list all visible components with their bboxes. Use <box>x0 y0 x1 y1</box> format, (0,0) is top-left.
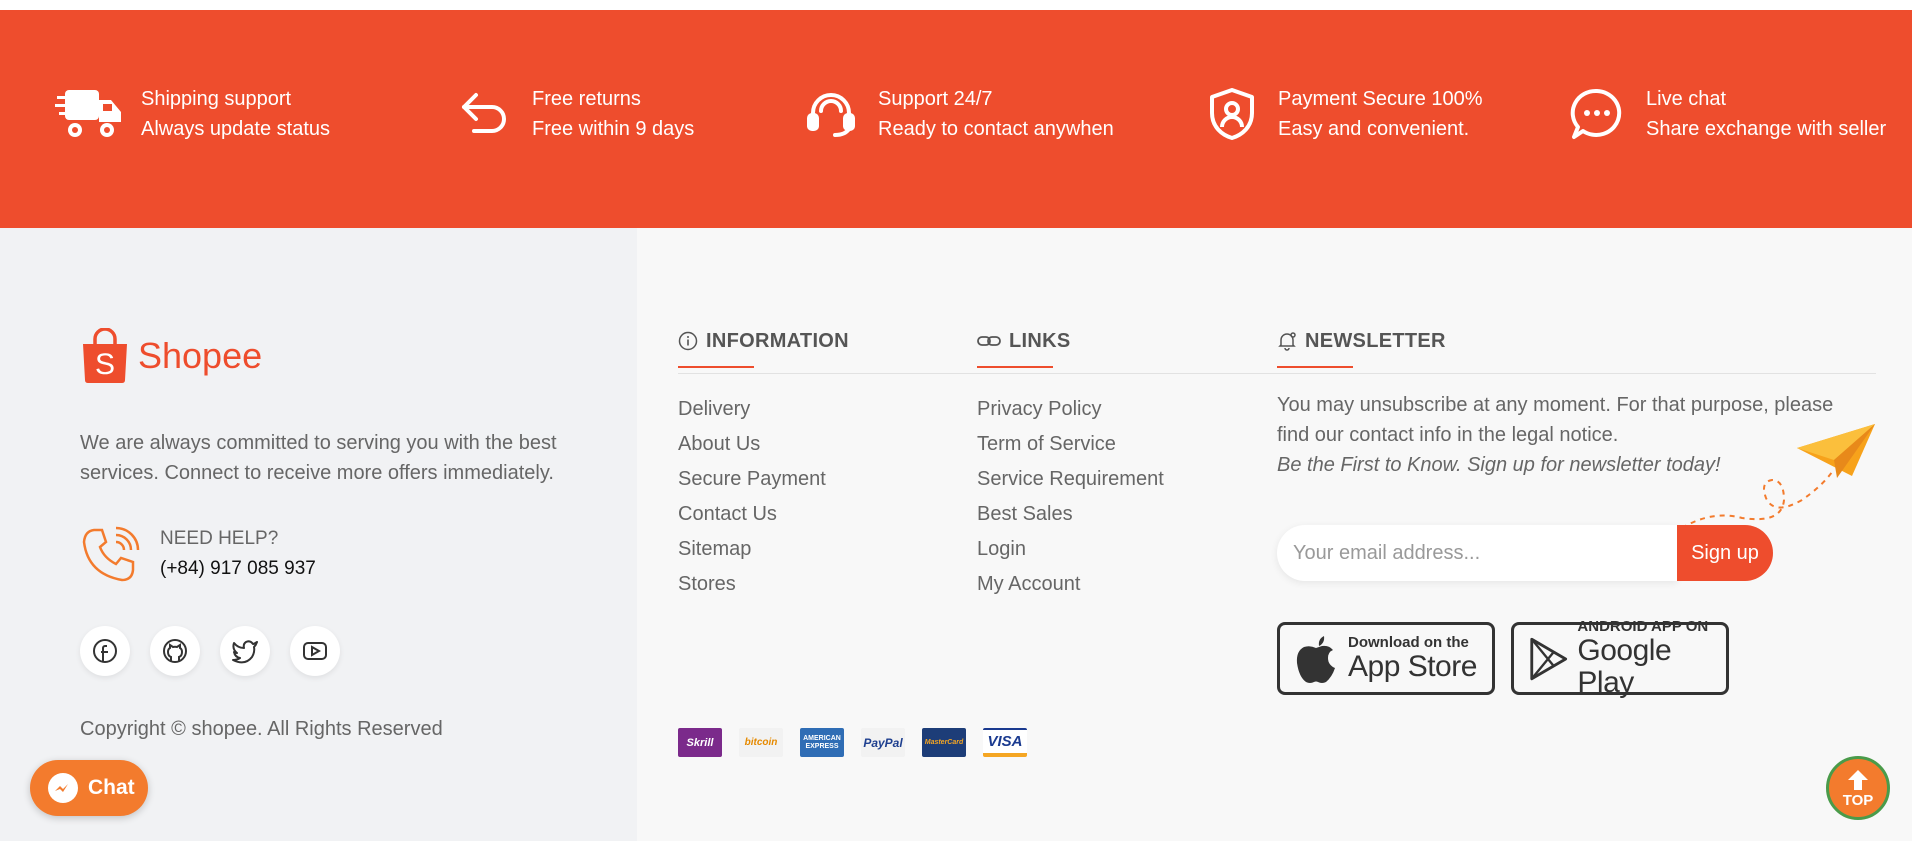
bitcoin-icon: bitcoin <box>739 728 783 757</box>
github-icon[interactable] <box>150 626 200 676</box>
social-links <box>80 626 340 676</box>
link-login[interactable]: Login <box>977 532 1164 567</box>
newsletter-form: Sign up <box>1277 525 1773 581</box>
link-service-requirement[interactable]: Service Requirement <box>977 462 1164 497</box>
info-link-secure-payment[interactable]: Secure Payment <box>678 462 849 497</box>
columns-divider <box>678 373 1876 374</box>
paper-plane-icon <box>1681 424 1875 529</box>
top-strip <box>0 0 1912 10</box>
links-heading: LINKS <box>977 326 1164 356</box>
info-link-delivery[interactable]: Delivery <box>678 392 849 427</box>
feature-subtitle: Ready to contact anywhen <box>878 118 1114 140</box>
app-store-badges: Download on the App Store ANDROID APP ON… <box>1277 618 1729 699</box>
information-heading: INFORMATION <box>678 326 849 356</box>
google-badge-line1: ANDROID APP ON <box>1577 618 1709 635</box>
chat-bubble-icon <box>1570 84 1628 144</box>
apple-icon <box>1296 635 1335 683</box>
payment-methods: Skrill bitcoin AMERICAN EXPRESS PayPal M… <box>678 728 1027 757</box>
back-to-top-button[interactable]: TOP <box>1826 756 1890 820</box>
brand-name: Shopee <box>138 335 263 376</box>
skrill-icon: Skrill <box>678 728 722 757</box>
feature-subtitle: Free within 9 days <box>532 118 695 140</box>
signup-button[interactable]: Sign up <box>1677 525 1773 581</box>
feature-subtitle: Share exchange with seller <box>1646 118 1887 140</box>
shield-user-icon <box>1208 84 1260 144</box>
help-label: NEED HELP? <box>160 528 279 549</box>
arrow-up-icon <box>1848 769 1868 790</box>
heading-underline <box>678 366 754 368</box>
feature-title: Shipping support <box>141 88 292 110</box>
truck-icon <box>55 84 123 144</box>
mastercard-icon: MasterCard <box>922 728 966 757</box>
link-my-account[interactable]: My Account <box>977 567 1164 602</box>
feature-title: Payment Secure 100% <box>1278 88 1483 110</box>
feature-livechat: Live chat Share exchange with seller <box>1570 84 1886 144</box>
paypal-icon: PayPal <box>861 728 905 757</box>
bell-icon <box>1278 332 1296 351</box>
heading-underline <box>977 366 1053 368</box>
info-link-contact[interactable]: Contact Us <box>678 497 849 532</box>
link-icon <box>977 336 1001 346</box>
feature-subtitle: Always update status <box>141 118 330 140</box>
heading-underline <box>1277 366 1353 368</box>
app-store-badge[interactable]: Download on the App Store <box>1277 622 1495 695</box>
messenger-icon <box>48 773 78 803</box>
feature-subtitle: Easy and convenient. <box>1278 118 1470 140</box>
links-column: LINKS Privacy Policy Term of Service Ser… <box>977 326 1164 602</box>
feature-returns: Free returns Free within 9 days <box>460 84 694 144</box>
footer-brand-panel: S Shopee We are always committed to serv… <box>0 228 637 841</box>
chat-label: Chat <box>88 776 135 799</box>
feature-title: Free returns <box>532 88 641 110</box>
link-best-sales[interactable]: Best Sales <box>977 497 1164 532</box>
apple-badge-line2: App Store <box>1348 650 1477 683</box>
facebook-icon[interactable] <box>80 626 130 676</box>
about-text: We are always committed to serving you w… <box>80 432 557 484</box>
return-arrow-icon <box>460 84 514 144</box>
link-terms[interactable]: Term of Service <box>977 427 1164 462</box>
visa-icon: VISA <box>983 728 1027 757</box>
link-privacy[interactable]: Privacy Policy <box>977 392 1164 427</box>
help-phone[interactable]: (+84) 917 085 937 <box>160 554 316 584</box>
apple-badge-line1: Download on the <box>1348 634 1469 651</box>
phone-call-icon <box>82 526 140 582</box>
copyright: Copyright © shopee. All Rights Reserved <box>80 718 443 740</box>
info-link-stores[interactable]: Stores <box>678 567 849 602</box>
google-play-badge[interactable]: ANDROID APP ON Google Play <box>1511 618 1729 699</box>
headset-icon <box>806 84 860 144</box>
feature-title: Live chat <box>1646 88 1727 110</box>
feature-payment: Payment Secure 100% Easy and convenient. <box>1208 84 1483 144</box>
google-badge-line2: Google Play <box>1577 634 1672 699</box>
need-help: NEED HELP? (+84) 917 085 937 <box>80 524 316 586</box>
feature-shipping: Shipping support Always update status <box>55 84 330 144</box>
email-input[interactable] <box>1277 525 1677 581</box>
youtube-icon[interactable] <box>290 626 340 676</box>
feature-title: Support 24/7 <box>878 88 993 110</box>
twitter-icon[interactable] <box>220 626 270 676</box>
top-label: TOP <box>1842 791 1874 809</box>
feature-support: Support 24/7 Ready to contact anywhen <box>806 84 1114 144</box>
info-icon <box>678 331 698 351</box>
shopee-logo[interactable]: S Shopee <box>80 328 262 384</box>
shopping-bag-icon: S <box>83 328 127 383</box>
features-band: Shipping support Always update status Fr… <box>0 10 1912 228</box>
svg-text:S: S <box>95 348 115 381</box>
info-link-sitemap[interactable]: Sitemap <box>678 532 849 567</box>
newsletter-heading: NEWSLETTER <box>1277 326 1867 356</box>
google-play-icon <box>1530 637 1568 680</box>
info-link-about[interactable]: About Us <box>678 427 849 462</box>
information-column: INFORMATION Delivery About Us Secure Pay… <box>678 326 849 602</box>
amex-icon: AMERICAN EXPRESS <box>800 728 844 757</box>
chat-button[interactable]: Chat <box>30 760 148 816</box>
